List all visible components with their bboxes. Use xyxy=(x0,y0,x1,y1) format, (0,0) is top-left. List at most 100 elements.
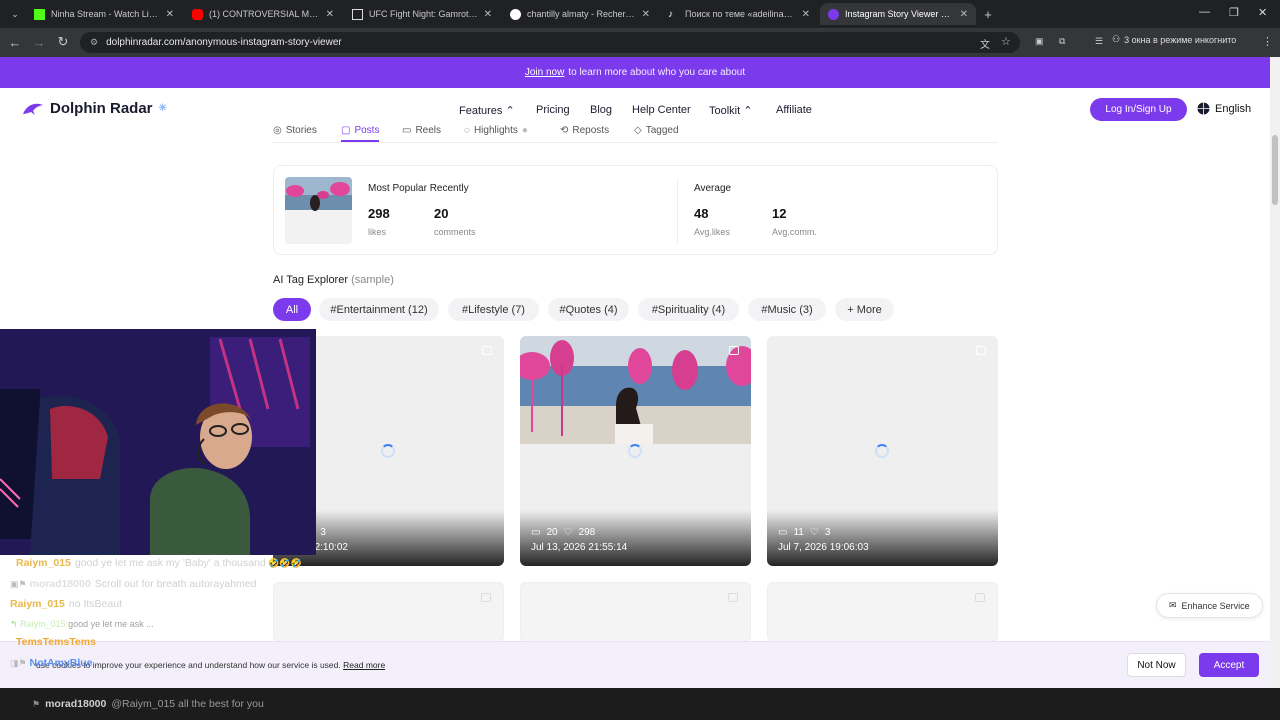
language-selector[interactable]: English xyxy=(1197,102,1251,115)
site-info-icon[interactable]: ⚙ xyxy=(90,37,98,48)
chat-text: good ye let me ask my 'Baby' a thousand xyxy=(74,557,266,569)
tag-chip-more[interactable]: + More xyxy=(835,298,894,321)
sparkle-icon: ✳ xyxy=(158,103,167,114)
comment-icon: ▭ xyxy=(531,527,541,538)
tab-stories[interactable]: ◎ Stories xyxy=(273,125,317,136)
comments-label: comments xyxy=(434,227,476,237)
tab-tagged[interactable]: ◇ Tagged xyxy=(634,125,679,136)
post-card[interactable] xyxy=(767,582,998,642)
incognito-indicator[interactable]: ⚇ 3 окна в режиме инкогнито xyxy=(1112,34,1236,45)
tab-reels-label: Reels xyxy=(415,125,442,136)
promo-banner: Join now to learn more about who you car… xyxy=(0,57,1270,88)
post-stats: ▭ 20 ♡ 298 xyxy=(531,527,595,538)
tab-posts[interactable]: ▢ Posts xyxy=(341,125,380,142)
extension-icon[interactable]: ▣ xyxy=(1035,36,1044,47)
nav-affiliate[interactable]: Affiliate xyxy=(776,104,812,116)
nav-features[interactable]: Features ⌃ xyxy=(459,104,515,117)
nav-pricing[interactable]: Pricing xyxy=(536,104,570,116)
extensions-puzzle-icon[interactable]: ⧉ xyxy=(1059,36,1065,47)
browser-tab-active[interactable]: Instagram Story Viewer – Free, ✕ xyxy=(820,3,976,25)
close-icon[interactable]: ✕ xyxy=(960,9,968,20)
close-icon[interactable]: ✕ xyxy=(642,9,650,20)
tag-chip-spirituality[interactable]: #Spirituality (4) xyxy=(638,298,739,321)
tab-reposts[interactable]: ⟲ Reposts xyxy=(560,125,609,136)
nav-toolkit[interactable]: Toolkit ⌃ xyxy=(709,104,752,117)
tab-search-icon[interactable]: ⌄ xyxy=(4,3,26,25)
browser-tab[interactable]: Ninha Stream - Watch Live on ✕ xyxy=(26,3,182,25)
tiktok-icon: ♪ xyxy=(668,8,673,20)
browser-tab[interactable]: ♪ Поиск по теме «adeilinakz» в ✕ xyxy=(660,3,818,25)
chat-text: good ye let me ask ... xyxy=(68,619,154,629)
reposts-icon: ⟲ xyxy=(560,125,569,136)
chat-message: Raiym_015 good ye let me ask my 'Baby' a … xyxy=(16,557,302,569)
close-window-icon[interactable]: ✕ xyxy=(1258,6,1267,19)
tab-highlights[interactable]: ◌ Highlights ● xyxy=(464,125,528,136)
dolphin-logo-icon xyxy=(23,103,43,115)
close-icon[interactable]: ✕ xyxy=(802,9,810,20)
back-icon[interactable]: ← xyxy=(4,31,26,53)
incognito-icon: ⚇ xyxy=(1112,34,1121,44)
kick-icon xyxy=(34,8,45,20)
tab-reels[interactable]: ▭ Reels xyxy=(402,125,441,136)
login-signup-button[interactable]: Log In/Sign Up xyxy=(1090,98,1187,121)
chat-text: Scroll out for breath autorayahmed xyxy=(94,578,257,590)
site-logo[interactable]: Dolphin Radar ✳ xyxy=(22,100,167,117)
dolphin-icon xyxy=(828,8,839,20)
join-now-link[interactable]: Join now xyxy=(525,67,564,78)
close-icon[interactable]: ✕ xyxy=(166,9,174,20)
tag-chip-lifestyle[interactable]: #Lifestyle (7) xyxy=(448,298,539,321)
popular-likes-count: 298 xyxy=(368,206,390,221)
accept-button[interactable]: Accept xyxy=(1199,653,1259,677)
close-icon[interactable]: ✕ xyxy=(326,9,334,20)
reels-icon: ▭ xyxy=(402,125,412,136)
nav-features-label: Features xyxy=(459,105,503,117)
chevron-up-icon: ⌃ xyxy=(743,105,753,117)
minimize-icon[interactable]: — xyxy=(1199,6,1210,18)
enhance-service-button[interactable]: ✉ Enhance Service xyxy=(1156,593,1263,618)
tab-reposts-label: Reposts xyxy=(572,125,610,136)
tag-chip-entertainment[interactable]: #Entertainment (12) xyxy=(319,298,439,321)
tag-chip-all[interactable]: All xyxy=(273,298,311,321)
forward-icon[interactable]: → xyxy=(28,31,50,53)
multi-image-icon xyxy=(976,346,986,355)
new-tab-button[interactable]: + xyxy=(977,3,999,25)
page-scrollbar[interactable] xyxy=(1270,57,1280,688)
close-icon[interactable]: ✕ xyxy=(484,9,492,20)
post-card[interactable]: ▭ 11 ♡ 3 Jul 7, 2026 19:06:03 xyxy=(767,336,998,566)
popular-post-thumbnail[interactable] xyxy=(285,177,352,244)
chat-message: Raiym_015 no ItsBeaut xyxy=(10,598,122,610)
post-comments: 11 xyxy=(793,527,804,538)
chat-reply-preview: ↰ Raiym_015:good ye let me ask ... xyxy=(10,619,154,630)
tag-chip-quotes[interactable]: #Quotes (4) xyxy=(548,298,629,321)
stats-card: Most Popular Recently 298 likes 20 comme… xyxy=(273,165,998,255)
badge-icon: ⚑ xyxy=(32,698,41,709)
browser-tab[interactable]: UFC Fight Night: Gamrot vs. Sa ✕ xyxy=(344,3,500,25)
restore-icon[interactable]: ❐ xyxy=(1229,6,1239,19)
post-date: Jul 13, 2026 21:55:14 xyxy=(531,542,628,553)
tag-chip-music[interactable]: #Music (3) xyxy=(748,298,826,321)
globe-icon xyxy=(1197,102,1210,115)
url-field[interactable]: ⚙ dolphinradar.com/anonymous-instagram-s… xyxy=(80,32,1020,53)
bookmark-star-icon[interactable]: ☆ xyxy=(1001,35,1011,48)
average-title: Average xyxy=(694,183,732,194)
nav-toolkit-label: Toolkit xyxy=(709,105,741,117)
browser-tab[interactable]: (1) CONTROVERSIAL MATCH W ✕ xyxy=(184,3,342,25)
beach-woman-photo-image xyxy=(520,336,751,444)
more-menu-icon[interactable]: ⋮ xyxy=(1262,35,1273,48)
address-bar: ← → ↻ ⚙ dolphinradar.com/anonymous-insta… xyxy=(0,28,1280,57)
post-card[interactable]: ▭ 20 ♡ 298 Jul 13, 2026 21:55:14 xyxy=(520,336,751,566)
nav-help-center[interactable]: Help Center xyxy=(632,104,691,116)
scrollbar-thumb[interactable] xyxy=(1272,135,1278,205)
browser-tab[interactable]: chantilly almaty - Recherche Go ✕ xyxy=(502,3,658,25)
chat-username: morad18000 xyxy=(45,698,107,710)
tab-title: Ninha Stream - Watch Live on xyxy=(51,9,160,19)
not-now-button[interactable]: Not Now xyxy=(1127,653,1186,677)
reload-icon[interactable]: ↻ xyxy=(52,31,74,53)
tab-title: UFC Fight Night: Gamrot vs. Sa xyxy=(369,9,478,19)
post-card[interactable] xyxy=(520,582,751,642)
reading-list-icon[interactable]: ☰ xyxy=(1095,36,1103,47)
nav-blog[interactable]: Blog xyxy=(590,104,612,116)
post-overlay xyxy=(767,510,998,566)
chat-message: ◨⚑ NotAmyBlue xyxy=(10,657,93,669)
translate-icon[interactable]: 文 xyxy=(980,36,990,51)
